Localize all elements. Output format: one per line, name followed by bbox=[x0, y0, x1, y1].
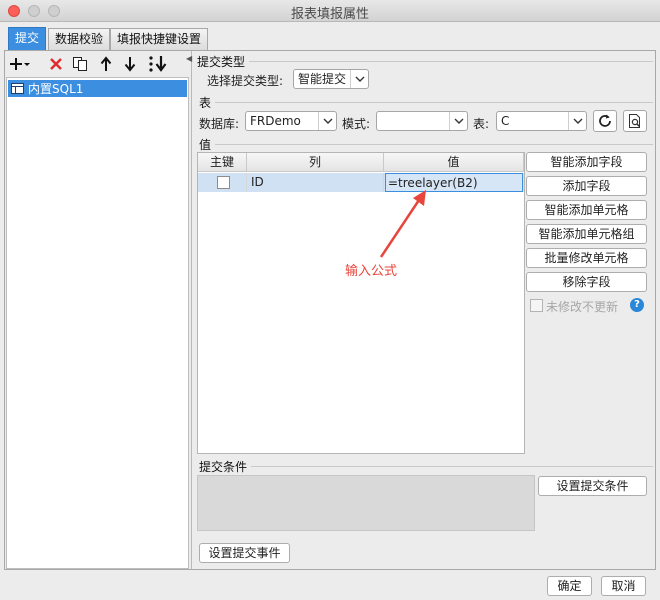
condition-section-label: 提交条件 bbox=[199, 460, 248, 474]
ok-button[interactable]: 确定 bbox=[547, 576, 592, 596]
document-search-icon bbox=[627, 113, 643, 129]
sort-down-icon[interactable] bbox=[147, 53, 169, 75]
condition-area bbox=[197, 475, 535, 531]
section-divider bbox=[215, 102, 653, 103]
smart-add-cell-group-button[interactable]: 智能添加单元格组 bbox=[526, 224, 647, 244]
batch-modify-cell-button[interactable]: 批量修改单元格 bbox=[526, 248, 647, 268]
key-cell bbox=[198, 173, 247, 192]
submit-type-value: 智能提交 bbox=[298, 72, 347, 86]
tab-submit[interactable]: 提交 bbox=[8, 27, 47, 50]
refresh-icon bbox=[597, 113, 613, 129]
annotation-arrow-icon bbox=[379, 190, 426, 258]
submit-type-select[interactable]: 智能提交 bbox=[293, 69, 369, 89]
column-header-column[interactable]: 列 bbox=[247, 153, 384, 172]
value-table: 主键 列 值 ID =treelayer(B2) bbox=[197, 152, 525, 454]
schema-select[interactable] bbox=[376, 111, 468, 131]
sql-list: 内置SQL1 bbox=[6, 77, 189, 569]
preview-table-button[interactable] bbox=[623, 110, 647, 132]
column-header-value[interactable]: 值 bbox=[384, 153, 524, 172]
database-value: FRDemo bbox=[250, 114, 301, 128]
set-event-button[interactable]: 设置提交事件 bbox=[199, 543, 290, 563]
smart-add-field-button[interactable]: 智能添加字段 bbox=[526, 152, 647, 172]
move-up-icon[interactable] bbox=[95, 53, 117, 75]
cancel-button[interactable]: 取消 bbox=[601, 576, 646, 596]
chevron-down-icon bbox=[350, 70, 368, 88]
database-label: 数据库: bbox=[199, 117, 240, 131]
table-label: 表: bbox=[473, 117, 490, 131]
table-section-label: 表 bbox=[199, 96, 212, 110]
list-item-sql1[interactable]: 内置SQL1 bbox=[8, 80, 187, 97]
submit-panel: 内置SQL1 ◀ 提交类型 选择提交类型: 智能提交 表 数据库: FRDemo… bbox=[4, 50, 656, 570]
tab-shortcut-settings[interactable]: 填报快捷键设置 bbox=[110, 28, 209, 50]
add-field-button[interactable]: 添加字段 bbox=[526, 176, 647, 196]
select-submit-type-label: 选择提交类型: bbox=[207, 74, 284, 88]
copy-icon[interactable] bbox=[69, 53, 91, 75]
dialog-window: 报表填报属性 提交 数据校验 填报快捷键设置 内置SQL1 ◀ 提交类型 选择提… bbox=[0, 0, 660, 600]
left-toolbar bbox=[5, 51, 189, 77]
collapse-arrow-icon[interactable]: ◀ bbox=[186, 54, 192, 63]
tab-data-validation[interactable]: 数据校验 bbox=[48, 28, 111, 50]
chevron-down-icon bbox=[318, 112, 336, 130]
no-update-label: 未修改不更新 bbox=[546, 300, 619, 314]
refresh-button[interactable] bbox=[593, 110, 617, 132]
table-value: C bbox=[501, 114, 510, 128]
table-row[interactable]: ID =treelayer(B2) bbox=[198, 173, 524, 192]
section-divider bbox=[251, 466, 653, 467]
help-icon[interactable]: ? bbox=[630, 298, 644, 312]
set-condition-button[interactable]: 设置提交条件 bbox=[538, 476, 647, 496]
splitter[interactable] bbox=[191, 51, 192, 569]
table-select[interactable]: C bbox=[496, 111, 587, 131]
add-icon[interactable] bbox=[9, 53, 31, 75]
list-item-label: 内置SQL1 bbox=[28, 82, 84, 96]
schema-label: 模式: bbox=[342, 117, 371, 131]
section-divider bbox=[215, 144, 653, 145]
database-select[interactable]: FRDemo bbox=[245, 111, 337, 131]
smart-add-cell-button[interactable]: 智能添加单元格 bbox=[526, 200, 647, 220]
chevron-down-icon bbox=[568, 112, 586, 130]
remove-field-button[interactable]: 移除字段 bbox=[526, 272, 647, 292]
annotation-text: 输入公式 bbox=[345, 264, 398, 279]
title-bar: 报表填报属性 bbox=[0, 0, 660, 22]
table-icon bbox=[11, 83, 24, 94]
delete-icon[interactable] bbox=[45, 53, 67, 75]
window-title: 报表填报属性 bbox=[290, 7, 369, 22]
move-down-icon[interactable] bbox=[119, 53, 141, 75]
column-cell[interactable]: ID bbox=[247, 173, 384, 192]
column-header-key[interactable]: 主键 bbox=[198, 153, 247, 172]
primary-key-checkbox[interactable] bbox=[217, 176, 230, 189]
value-section-label: 值 bbox=[199, 138, 212, 152]
section-divider bbox=[249, 61, 653, 62]
chevron-down-icon bbox=[449, 112, 467, 130]
no-update-checkbox[interactable] bbox=[530, 299, 543, 312]
submit-type-label: 提交类型 bbox=[197, 55, 246, 69]
